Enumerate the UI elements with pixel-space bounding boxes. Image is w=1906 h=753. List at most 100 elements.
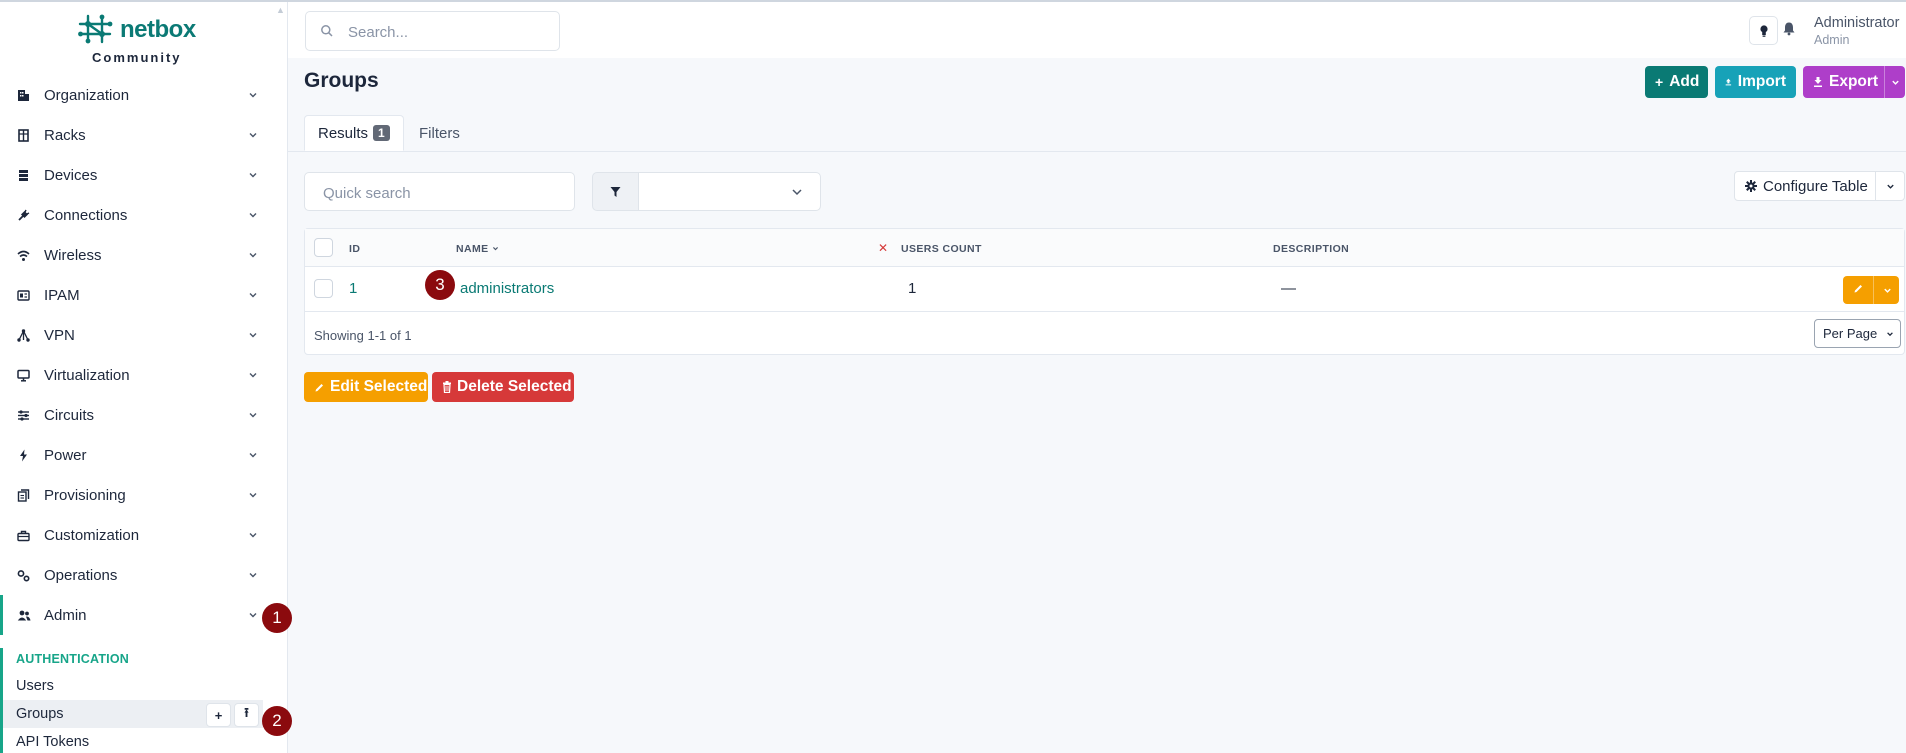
row-name-link[interactable]: administrators <box>460 280 554 297</box>
trash-icon <box>443 381 451 393</box>
sort-chevron-icon <box>492 247 498 251</box>
add-group-button[interactable]: + <box>206 703 231 727</box>
sidebar: netbox Community ▲ Organization Racks De… <box>0 2 288 753</box>
admin-submenu: AUTHENTICATION Users Groups + ⭱ API Toke… <box>0 648 287 753</box>
chevron-down-icon <box>249 133 257 138</box>
sidebar-item-racks[interactable]: Racks <box>0 115 287 155</box>
circuit-icon <box>16 408 31 423</box>
sidebar-item-label: Wireless <box>44 246 102 264</box>
quick-search[interactable] <box>304 172 575 211</box>
configure-table-button[interactable]: Configure Table <box>1734 171 1876 201</box>
chevron-down-icon <box>1887 332 1893 337</box>
sidebar-item-ipam[interactable]: IPAM <box>0 275 287 315</box>
sidebar-item-vpn[interactable]: VPN <box>0 315 287 355</box>
users-icon <box>16 608 31 623</box>
edit-selected-button[interactable]: Edit Selected <box>304 372 428 402</box>
sidebar-item-label: Devices <box>44 166 98 184</box>
chevron-down-icon <box>249 173 257 178</box>
saved-filter-select[interactable] <box>638 172 821 211</box>
column-header-id[interactable]: ID <box>349 243 360 255</box>
chevron-down-icon <box>249 573 257 578</box>
tab-results[interactable]: Results 1 <box>304 115 404 151</box>
sidebar-nav: Organization Racks Devices Connections W… <box>0 75 287 635</box>
page-header: Groups + Add Import Export Results 1 Fil… <box>288 58 1906 152</box>
step-marker-3: 3 <box>425 270 455 300</box>
per-page-select[interactable]: Per Page <box>1814 319 1901 348</box>
sidebar-item-operations[interactable]: Operations <box>0 555 287 595</box>
row-description: — <box>1281 280 1296 297</box>
sidebar-item-label: Admin <box>44 606 87 624</box>
sidebar-item-circuits[interactable]: Circuits <box>0 395 287 435</box>
sidebar-subitem-api-tokens[interactable]: API Tokens <box>3 728 287 753</box>
configure-table-dropdown-toggle[interactable] <box>1875 171 1905 201</box>
sidebar-subitem-groups[interactable]: Groups + ⭱ <box>3 700 263 728</box>
files-icon <box>16 488 31 503</box>
clear-sort-icon[interactable]: ✕ <box>878 241 888 255</box>
row-edit-button[interactable] <box>1843 276 1899 304</box>
sidebar-item-wireless[interactable]: Wireless <box>0 235 287 275</box>
select-all-checkbox[interactable] <box>314 238 333 257</box>
chevron-down-icon <box>249 93 257 98</box>
add-button[interactable]: + Add <box>1645 66 1708 98</box>
sidebar-item-label: VPN <box>44 326 75 344</box>
import-button[interactable]: Import <box>1715 66 1796 98</box>
sidebar-item-provisioning[interactable]: Provisioning <box>0 475 287 515</box>
logo-subtitle: Community <box>92 50 182 65</box>
table-row: 1 administrators 1 — <box>305 266 1904 312</box>
tab-filters[interactable]: Filters <box>416 115 460 151</box>
export-dropdown-toggle[interactable] <box>1884 66 1905 98</box>
netbox-logo-icon <box>78 14 113 44</box>
tab-filters-label: Filters <box>419 124 460 142</box>
pagination-summary: Showing 1-1 of 1 <box>314 328 412 343</box>
chevron-down-icon <box>249 533 257 538</box>
row-actions-dropdown-toggle[interactable] <box>1873 276 1900 304</box>
tab-results-label: Results <box>318 124 369 142</box>
import-button-label: Import <box>1737 73 1786 90</box>
chevron-down-icon <box>249 413 257 418</box>
column-header-description[interactable]: DESCRIPTION <box>1273 243 1349 255</box>
sidebar-item-organization[interactable]: Organization <box>0 75 287 115</box>
sidebar-item-customization[interactable]: Customization <box>0 515 287 555</box>
delete-selected-button[interactable]: Delete Selected <box>432 372 574 402</box>
export-button[interactable]: Export <box>1803 66 1905 98</box>
column-header-users-count[interactable]: USERS COUNT <box>901 243 982 255</box>
sidebar-item-admin[interactable]: Admin <box>0 595 287 635</box>
sidebar-item-virtualization[interactable]: Virtualization <box>0 355 287 395</box>
filter-button[interactable] <box>592 172 639 211</box>
per-page-label: Per Page <box>1823 326 1878 341</box>
sidebar-item-label: Customization <box>44 526 140 544</box>
subitem-label: Groups <box>16 706 64 722</box>
user-menu-role: Admin <box>1814 33 1850 47</box>
sidebar-subitem-users[interactable]: Users <box>3 672 287 700</box>
user-menu-name[interactable]: Administrator <box>1814 15 1899 31</box>
chevron-down-icon <box>792 189 802 196</box>
bell-icon[interactable] <box>1782 21 1796 36</box>
sidebar-item-devices[interactable]: Devices <box>0 155 287 195</box>
search-icon <box>321 25 333 37</box>
monitor-icon <box>16 368 31 383</box>
import-groups-button[interactable]: ⭱ <box>234 703 259 727</box>
column-header-name[interactable]: NAME <box>456 243 499 255</box>
chevron-down-icon <box>249 213 257 218</box>
scroll-up-arrow[interactable]: ▲ <box>276 5 285 15</box>
global-search-input[interactable] <box>346 20 550 44</box>
row-checkbox[interactable] <box>314 279 333 298</box>
quick-search-input[interactable] <box>321 182 565 204</box>
subitem-label: Users <box>16 678 54 694</box>
step-marker-1: 1 <box>262 603 292 633</box>
sidebar-item-power[interactable]: Power <box>0 435 287 475</box>
sidebar-item-connections[interactable]: Connections <box>0 195 287 235</box>
netbox-logo[interactable]: netbox Community <box>78 14 208 66</box>
plug-icon <box>16 208 31 223</box>
row-id-link[interactable]: 1 <box>349 280 357 297</box>
global-search[interactable] <box>305 11 560 51</box>
pencil-icon <box>315 383 323 391</box>
sidebar-item-label: IPAM <box>44 286 80 304</box>
sidebar-item-label: Connections <box>44 206 128 224</box>
chevron-down-icon <box>1886 184 1894 189</box>
sidebar-item-label: Provisioning <box>44 486 126 504</box>
groups-table: ID NAME ✕ USERS COUNT DESCRIPTION 1 admi… <box>304 228 1905 355</box>
theme-toggle-button[interactable] <box>1749 16 1778 45</box>
chevron-down-icon <box>1883 288 1891 293</box>
network-icon <box>16 328 31 343</box>
